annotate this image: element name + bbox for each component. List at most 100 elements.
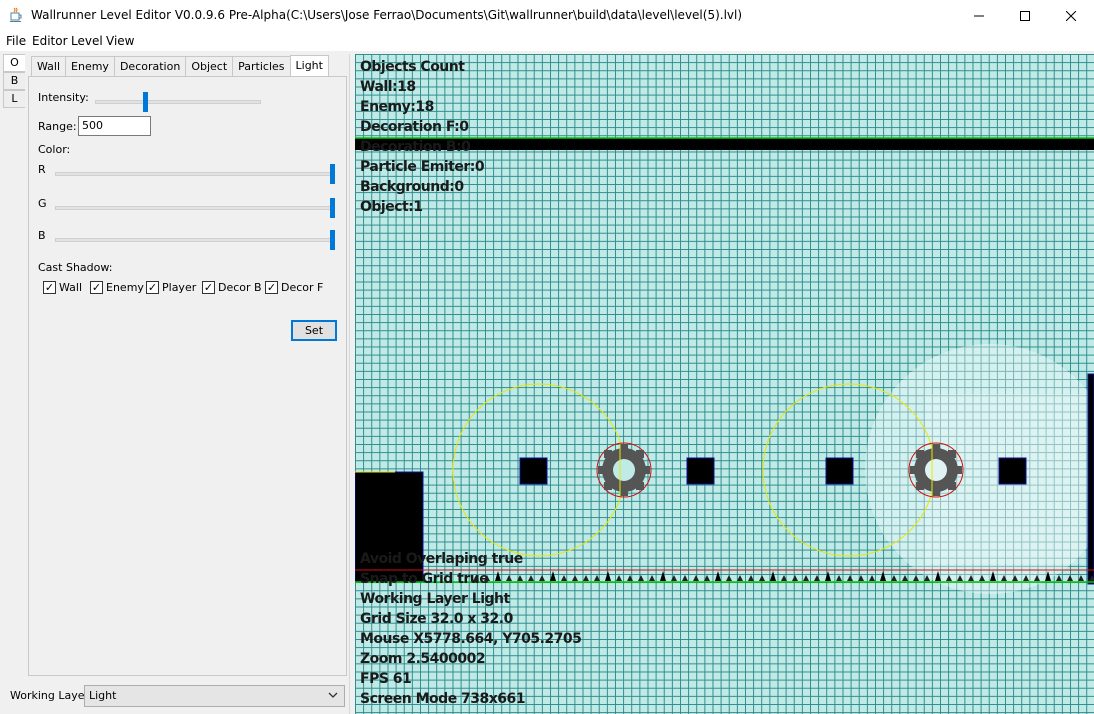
checkbox-player[interactable]: ✓ Player <box>146 281 196 294</box>
info-line: Background:0 <box>360 179 464 195</box>
set-button[interactable]: Set <box>291 320 337 341</box>
r-slider-thumb[interactable] <box>330 164 335 184</box>
maximize-button[interactable] <box>1002 0 1048 31</box>
tab-light[interactable]: Light <box>289 55 329 77</box>
tab-enemy[interactable]: Enemy <box>65 56 115 77</box>
info-line: Snap to Grid true <box>360 571 489 587</box>
working-layer-select[interactable]: Light <box>84 685 345 707</box>
info-line: Enemy:18 <box>360 99 434 115</box>
side-tab-l[interactable]: L <box>3 90 25 108</box>
check-icon: ✓ <box>202 281 215 294</box>
spike <box>671 575 677 581</box>
spike <box>594 575 600 581</box>
chevron-down-icon <box>328 692 338 698</box>
spike <box>528 575 534 581</box>
side-tab-o[interactable]: O <box>3 54 25 72</box>
spike <box>649 575 655 581</box>
b-slider-thumb[interactable] <box>330 230 335 250</box>
info-line: Particle Emiter:0 <box>360 159 485 175</box>
java-cup-icon <box>10 7 22 22</box>
spike <box>781 575 787 581</box>
wall-right <box>1087 373 1094 585</box>
spike <box>726 575 732 581</box>
wall-block <box>998 457 1027 485</box>
spike <box>847 575 853 581</box>
checkbox-wall[interactable]: ✓ Wall <box>43 281 82 294</box>
spike <box>880 571 886 581</box>
intensity-slider[interactable] <box>95 100 261 104</box>
menu-file[interactable]: File <box>6 34 26 48</box>
r-slider[interactable] <box>55 172 335 176</box>
menu-level[interactable]: Level <box>71 34 103 48</box>
minimize-button[interactable] <box>956 0 1002 31</box>
b-slider[interactable] <box>55 238 335 242</box>
info-line: Decoration F:0 <box>360 119 469 135</box>
wall-block <box>686 457 715 485</box>
working-layer-bar: Working Layer Light <box>0 677 352 714</box>
tab-decoration[interactable]: Decoration <box>113 56 187 77</box>
tab-object[interactable]: Object <box>185 56 234 77</box>
info-line: Wall:18 <box>360 79 416 95</box>
spike <box>792 575 798 581</box>
properties-panel: Wall Enemy Decoration Object Particles L… <box>26 54 349 677</box>
r-label: R <box>38 163 46 176</box>
range-label: Range: <box>38 120 77 133</box>
g-slider[interactable] <box>55 206 335 210</box>
minimize-icon <box>974 15 984 16</box>
spike <box>836 575 842 581</box>
saw-enemy-2 <box>908 442 964 498</box>
menu-view[interactable]: View <box>106 34 134 48</box>
spike <box>902 575 908 581</box>
saw-enemy-1 <box>596 442 652 498</box>
spike <box>693 575 699 581</box>
close-icon <box>1066 10 1076 21</box>
range-input[interactable]: 500 <box>78 116 151 136</box>
spike <box>638 575 644 581</box>
menu-bar: File Editor Level View <box>0 31 1094 51</box>
title-bar: Wallrunner Level Editor V0.0.9.6 Pre-Alp… <box>0 0 1094 31</box>
spike <box>803 575 809 581</box>
spike <box>583 575 589 581</box>
spike <box>550 571 556 581</box>
spike <box>495 571 501 581</box>
menu-editor[interactable]: Editor <box>32 34 68 48</box>
cast-shadow-label: Cast Shadow: <box>38 261 113 274</box>
side-tab-b[interactable]: B <box>3 72 25 90</box>
spike <box>682 575 688 581</box>
spike <box>517 575 523 581</box>
check-icon: ✓ <box>146 281 159 294</box>
checkbox-decor-f[interactable]: ✓ Decor F <box>265 281 323 294</box>
spike <box>506 575 512 581</box>
wall-block <box>825 457 854 485</box>
window-title: Wallrunner Level Editor V0.0.9.6 Pre-Alp… <box>31 8 743 22</box>
spike <box>770 571 776 581</box>
check-icon: ✓ <box>265 281 278 294</box>
tab-particles[interactable]: Particles <box>232 56 291 77</box>
info-line: Decoration B:0 <box>360 139 471 155</box>
spike <box>539 575 545 581</box>
working-layer-label: Working Layer <box>10 689 90 702</box>
info-line: FPS 61 <box>360 671 412 687</box>
spike <box>913 575 919 581</box>
info-line: Working Layer Light <box>360 591 510 607</box>
level-canvas[interactable]: Objects Count Wall:18 Enemy:18 Decoratio… <box>355 54 1094 714</box>
intensity-label: Intensity: <box>38 91 89 104</box>
tab-wall[interactable]: Wall <box>31 56 67 77</box>
spike <box>616 575 622 581</box>
info-line: Mouse X5778.664, Y705.2705 <box>360 631 582 647</box>
spike <box>891 575 897 581</box>
checkbox-decor-b[interactable]: ✓ Decor B <box>202 281 262 294</box>
check-icon: ✓ <box>90 281 103 294</box>
checkbox-enemy[interactable]: ✓ Enemy <box>90 281 144 294</box>
tab-strip: Wall Enemy Decoration Object Particles L… <box>31 55 329 78</box>
g-slider-thumb[interactable] <box>330 198 335 218</box>
spike <box>748 575 754 581</box>
intensity-slider-thumb[interactable] <box>143 92 149 112</box>
spike <box>572 575 578 581</box>
close-button[interactable] <box>1048 0 1094 31</box>
info-line: Object:1 <box>360 199 423 215</box>
maximize-icon <box>1020 10 1030 21</box>
info-line: Objects Count <box>360 59 465 75</box>
info-line: Grid Size 32.0 x 32.0 <box>360 611 513 627</box>
info-line: Zoom 2.5400002 <box>360 651 486 667</box>
